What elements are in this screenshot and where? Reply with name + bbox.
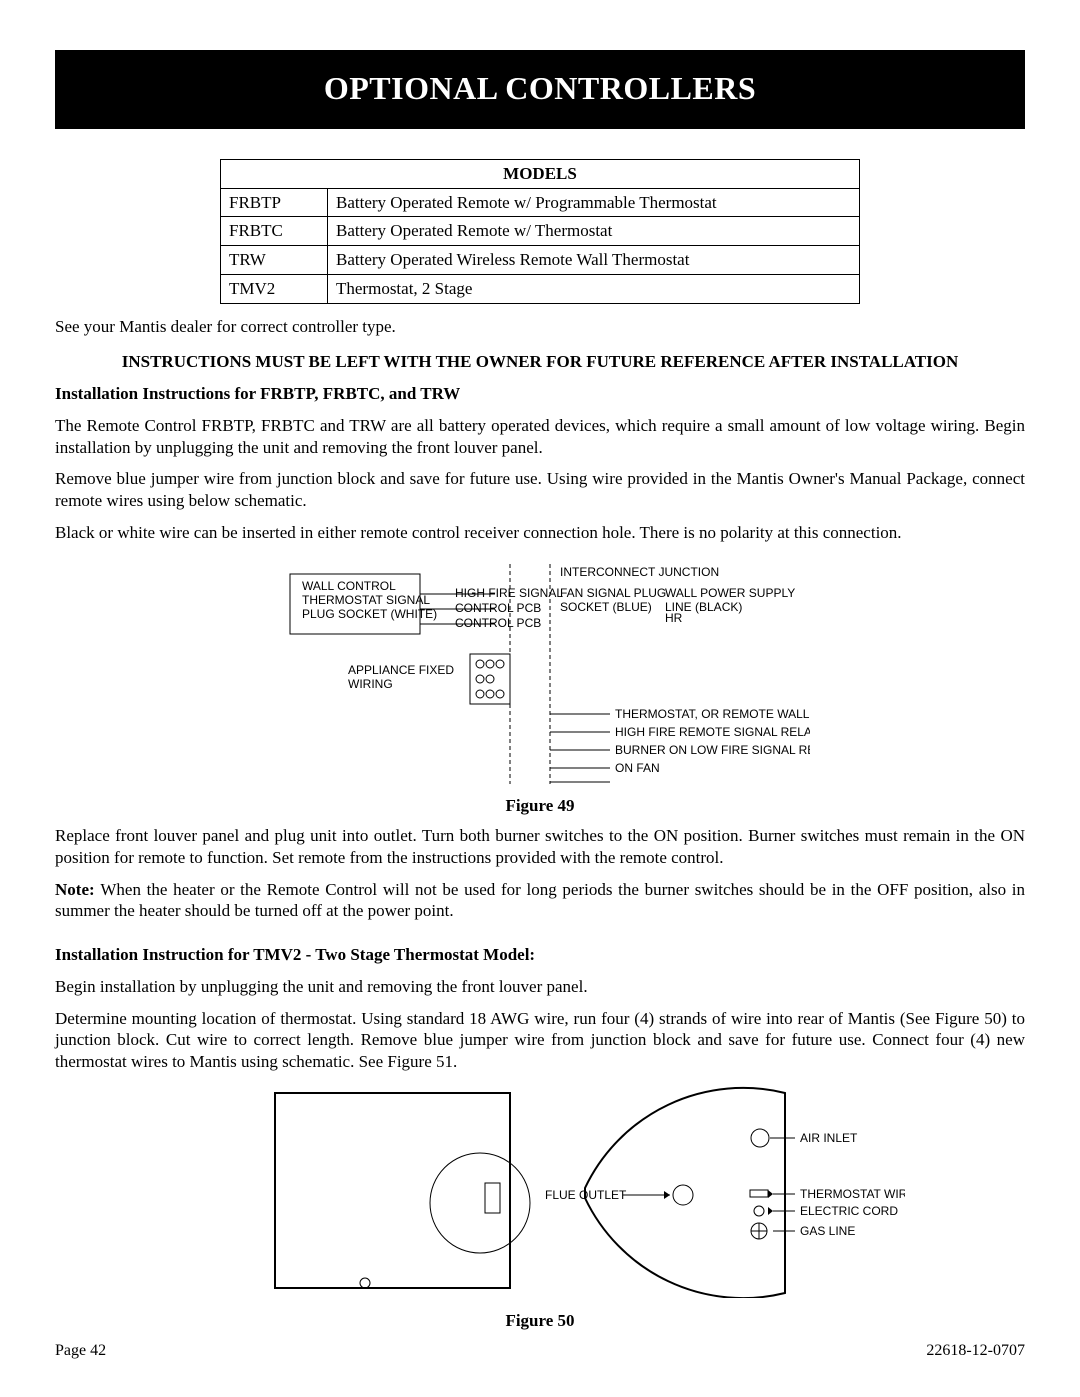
- figure-49: WALL CONTROL THERMOSTAT SIGNAL PLUG SOCK…: [55, 554, 1025, 818]
- install1-title: Installation Instructions for FRBTP, FRB…: [55, 383, 1025, 405]
- svg-text:THERMOSTAT, OR REMOTE WALL CON: THERMOSTAT, OR REMOTE WALL CONTROL: [615, 707, 810, 721]
- note-text: Note: When the heater or the Remote Cont…: [55, 879, 1025, 923]
- svg-text:HIGH FIRE SIGNAL: HIGH FIRE SIGNAL: [455, 586, 563, 600]
- svg-text:GAS LINE: GAS LINE: [800, 1224, 855, 1238]
- svg-text:HR: HR: [665, 611, 683, 625]
- page-title: OPTIONAL CONTROLLERS: [55, 50, 1025, 129]
- svg-text:SOCKET (BLUE): SOCKET (BLUE): [560, 600, 652, 614]
- table-row: FRBTCBattery Operated Remote w/ Thermost…: [221, 217, 860, 246]
- table-row: FRBTPBattery Operated Remote w/ Programm…: [221, 188, 860, 217]
- svg-text:FAN SIGNAL PLUG: FAN SIGNAL PLUG: [560, 586, 666, 600]
- svg-text:HIGH FIRE REMOTE SIGNAL RELAY: HIGH FIRE REMOTE SIGNAL RELAY: [615, 725, 810, 739]
- body-text: The Remote Control FRBTP, FRBTC and TRW …: [55, 415, 1025, 459]
- svg-text:WALL CONTROL: WALL CONTROL: [302, 579, 396, 593]
- svg-text:WALL POWER SUPPLY: WALL POWER SUPPLY: [665, 586, 795, 600]
- figure-50-label: Figure 50: [55, 1310, 1025, 1332]
- svg-text:ON FAN: ON FAN: [615, 761, 660, 775]
- svg-text:CONTROL PCB: CONTROL PCB: [455, 601, 541, 615]
- body-text: Black or white wire can be inserted in e…: [55, 522, 1025, 544]
- dealer-note: See your Mantis dealer for correct contr…: [55, 316, 1025, 338]
- svg-text:ELECTRIC CORD: ELECTRIC CORD: [800, 1204, 898, 1218]
- svg-text:THERMOSTAT SIGNAL: THERMOSTAT SIGNAL: [302, 593, 430, 607]
- figure-50: FLUE OUTLET AIR INLET THERMOSTAT WIRE EL…: [55, 1083, 1025, 1332]
- page-footer: Page 42 22618-12-0707: [55, 1341, 1025, 1361]
- models-table: MODELS FRBTPBattery Operated Remote w/ P…: [220, 159, 860, 304]
- svg-text:FLUE OUTLET: FLUE OUTLET: [545, 1188, 627, 1202]
- body-text: Replace front louver panel and plug unit…: [55, 825, 1025, 869]
- svg-text:APPLIANCE FIXED: APPLIANCE FIXED: [348, 663, 454, 677]
- table-row: TRWBattery Operated Wireless Remote Wall…: [221, 246, 860, 275]
- table-row: TMV2Thermostat, 2 Stage: [221, 274, 860, 303]
- air-inlet-label: AIR INLET: [800, 1131, 858, 1145]
- install2-title: Installation Instruction for TMV2 - Two …: [55, 944, 1025, 966]
- models-header: MODELS: [221, 159, 860, 188]
- body-text: Determine mounting location of thermosta…: [55, 1008, 1025, 1073]
- page-number: Page 42: [55, 1341, 106, 1361]
- svg-text:BURNER ON LOW FIRE SIGNAL RELA: BURNER ON LOW FIRE SIGNAL RELAY: [615, 743, 810, 757]
- figure-49-label: Figure 49: [55, 795, 1025, 817]
- doc-number: 22618-12-0707: [926, 1341, 1025, 1361]
- svg-text:PLUG SOCKET (WHITE): PLUG SOCKET (WHITE): [302, 607, 437, 621]
- body-text: Begin installation by unplugging the uni…: [55, 976, 1025, 998]
- owner-note: INSTRUCTIONS MUST BE LEFT WITH THE OWNER…: [55, 351, 1025, 373]
- svg-text:CONTROL PCB: CONTROL PCB: [455, 616, 541, 630]
- body-text: Remove blue jumper wire from junction bl…: [55, 468, 1025, 512]
- svg-text:INTERCONNECT JUNCTION: INTERCONNECT JUNCTION: [560, 565, 719, 579]
- svg-text:WIRING: WIRING: [348, 677, 393, 691]
- svg-text:THERMOSTAT WIRE: THERMOSTAT WIRE: [800, 1187, 905, 1201]
